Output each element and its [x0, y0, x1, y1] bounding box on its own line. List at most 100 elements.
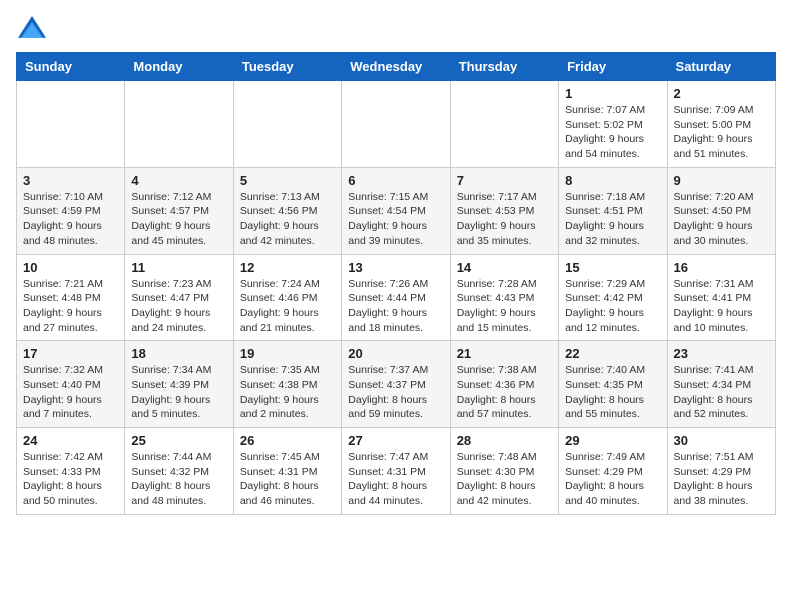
- cell-day-number: 10: [23, 260, 118, 275]
- week-row-5: 24Sunrise: 7:42 AM Sunset: 4:33 PM Dayli…: [17, 428, 776, 515]
- cell-day-number: 13: [348, 260, 443, 275]
- cell-day-number: 3: [23, 173, 118, 188]
- cell-info: Sunrise: 7:34 AM Sunset: 4:39 PM Dayligh…: [131, 363, 226, 422]
- calendar-cell: 27 Sunrise: 7:47 AM Sunset: 4:31 PM Dayli…: [342, 428, 450, 515]
- weekday-header-sunday: Sunday: [17, 53, 125, 81]
- cell-day-number: 11: [131, 260, 226, 275]
- cell-day-number: 26: [240, 433, 335, 448]
- weekday-header-tuesday: Tuesday: [233, 53, 341, 81]
- calendar-header: SundayMondayTuesdayWednesdayThursdayFrid…: [17, 53, 776, 81]
- cell-day-number: 1: [565, 86, 660, 101]
- calendar-cell: [17, 81, 125, 168]
- cell-day-number: 12: [240, 260, 335, 275]
- cell-day-number: 22: [565, 346, 660, 361]
- week-row-1: 1 Sunrise: 7:07 AM Sunset: 5:02 PM Daylig…: [17, 81, 776, 168]
- calendar-body: 1 Sunrise: 7:07 AM Sunset: 5:02 PM Daylig…: [17, 81, 776, 515]
- calendar-cell: 21 Sunrise: 7:38 AM Sunset: 4:36 PM Dayli…: [450, 341, 558, 428]
- cell-info: Sunrise: 7:44 AM Sunset: 4:32 PM Dayligh…: [131, 450, 226, 509]
- cell-day-number: 16: [674, 260, 769, 275]
- cell-day-number: 4: [131, 173, 226, 188]
- calendar-cell: 30Sunrise: 7:51 AM Sunset: 4:29 PM Dayli…: [667, 428, 775, 515]
- calendar-cell: 19 Sunrise: 7:35 AM Sunset: 4:38 PM Dayli…: [233, 341, 341, 428]
- cell-info: Sunrise: 7:17 AM Sunset: 4:53 PM Dayligh…: [457, 190, 552, 249]
- weekday-row: SundayMondayTuesdayWednesdayThursdayFrid…: [17, 53, 776, 81]
- weekday-header-monday: Monday: [125, 53, 233, 81]
- calendar-cell: 3 Sunrise: 7:10 AM Sunset: 4:59 PM Daylig…: [17, 167, 125, 254]
- cell-info: Sunrise: 7:47 AM Sunset: 4:31 PM Dayligh…: [348, 450, 443, 509]
- cell-info: Sunrise: 7:28 AM Sunset: 4:43 PM Dayligh…: [457, 277, 552, 336]
- cell-day-number: 5: [240, 173, 335, 188]
- calendar-cell: 14 Sunrise: 7:28 AM Sunset: 4:43 PM Dayli…: [450, 254, 558, 341]
- calendar-cell: 13 Sunrise: 7:26 AM Sunset: 4:44 PM Dayli…: [342, 254, 450, 341]
- calendar-cell: 6 Sunrise: 7:15 AM Sunset: 4:54 PM Daylig…: [342, 167, 450, 254]
- cell-info: Sunrise: 7:40 AM Sunset: 4:35 PM Dayligh…: [565, 363, 660, 422]
- cell-info: Sunrise: 7:13 AM Sunset: 4:56 PM Dayligh…: [240, 190, 335, 249]
- calendar-cell: 5 Sunrise: 7:13 AM Sunset: 4:56 PM Daylig…: [233, 167, 341, 254]
- weekday-header-thursday: Thursday: [450, 53, 558, 81]
- calendar-table: SundayMondayTuesdayWednesdayThursdayFrid…: [16, 52, 776, 515]
- cell-info: Sunrise: 7:24 AM Sunset: 4:46 PM Dayligh…: [240, 277, 335, 336]
- cell-info: Sunrise: 7:29 AM Sunset: 4:42 PM Dayligh…: [565, 277, 660, 336]
- cell-info: Sunrise: 7:07 AM Sunset: 5:02 PM Dayligh…: [565, 103, 660, 162]
- week-row-4: 17Sunrise: 7:32 AM Sunset: 4:40 PM Dayli…: [17, 341, 776, 428]
- cell-info: Sunrise: 7:18 AM Sunset: 4:51 PM Dayligh…: [565, 190, 660, 249]
- cell-day-number: 20: [348, 346, 443, 361]
- cell-day-number: 18: [131, 346, 226, 361]
- cell-info: Sunrise: 7:31 AM Sunset: 4:41 PM Dayligh…: [674, 277, 769, 336]
- cell-day-number: 28: [457, 433, 552, 448]
- cell-info: Sunrise: 7:26 AM Sunset: 4:44 PM Dayligh…: [348, 277, 443, 336]
- cell-info: Sunrise: 7:48 AM Sunset: 4:30 PM Dayligh…: [457, 450, 552, 509]
- weekday-header-saturday: Saturday: [667, 53, 775, 81]
- cell-day-number: 9: [674, 173, 769, 188]
- cell-day-number: 21: [457, 346, 552, 361]
- weekday-header-wednesday: Wednesday: [342, 53, 450, 81]
- calendar-cell: 17Sunrise: 7:32 AM Sunset: 4:40 PM Dayli…: [17, 341, 125, 428]
- calendar-cell: 20 Sunrise: 7:37 AM Sunset: 4:37 PM Dayli…: [342, 341, 450, 428]
- calendar-cell: 1 Sunrise: 7:07 AM Sunset: 5:02 PM Daylig…: [559, 81, 667, 168]
- cell-info: Sunrise: 7:10 AM Sunset: 4:59 PM Dayligh…: [23, 190, 118, 249]
- cell-day-number: 24: [23, 433, 118, 448]
- logo-icon: [16, 16, 48, 44]
- calendar-cell: 18 Sunrise: 7:34 AM Sunset: 4:39 PM Dayli…: [125, 341, 233, 428]
- calendar-cell: [233, 81, 341, 168]
- cell-day-number: 2: [674, 86, 769, 101]
- cell-day-number: 7: [457, 173, 552, 188]
- cell-info: Sunrise: 7:23 AM Sunset: 4:47 PM Dayligh…: [131, 277, 226, 336]
- calendar-cell: 8 Sunrise: 7:18 AM Sunset: 4:51 PM Daylig…: [559, 167, 667, 254]
- cell-info: Sunrise: 7:37 AM Sunset: 4:37 PM Dayligh…: [348, 363, 443, 422]
- cell-day-number: 15: [565, 260, 660, 275]
- calendar-cell: 24Sunrise: 7:42 AM Sunset: 4:33 PM Dayli…: [17, 428, 125, 515]
- calendar-cell: 15 Sunrise: 7:29 AM Sunset: 4:42 PM Dayli…: [559, 254, 667, 341]
- cell-info: Sunrise: 7:35 AM Sunset: 4:38 PM Dayligh…: [240, 363, 335, 422]
- calendar-cell: 10 Sunrise: 7:21 AM Sunset: 4:48 PM Dayli…: [17, 254, 125, 341]
- calendar-cell: 22 Sunrise: 7:40 AM Sunset: 4:35 PM Dayli…: [559, 341, 667, 428]
- cell-info: Sunrise: 7:45 AM Sunset: 4:31 PM Dayligh…: [240, 450, 335, 509]
- calendar-cell: 16 Sunrise: 7:31 AM Sunset: 4:41 PM Dayli…: [667, 254, 775, 341]
- cell-info: Sunrise: 7:15 AM Sunset: 4:54 PM Dayligh…: [348, 190, 443, 249]
- header: [16, 16, 776, 44]
- cell-day-number: 30: [674, 433, 769, 448]
- cell-day-number: 25: [131, 433, 226, 448]
- cell-info: Sunrise: 7:38 AM Sunset: 4:36 PM Dayligh…: [457, 363, 552, 422]
- calendar-cell: [342, 81, 450, 168]
- cell-day-number: 17: [23, 346, 118, 361]
- calendar-cell: 26 Sunrise: 7:45 AM Sunset: 4:31 PM Dayli…: [233, 428, 341, 515]
- cell-day-number: 8: [565, 173, 660, 188]
- calendar-cell: 12 Sunrise: 7:24 AM Sunset: 4:46 PM Dayli…: [233, 254, 341, 341]
- cell-info: Sunrise: 7:41 AM Sunset: 4:34 PM Dayligh…: [674, 363, 769, 422]
- week-row-2: 3 Sunrise: 7:10 AM Sunset: 4:59 PM Daylig…: [17, 167, 776, 254]
- calendar-cell: [125, 81, 233, 168]
- cell-day-number: 27: [348, 433, 443, 448]
- calendar-cell: 11 Sunrise: 7:23 AM Sunset: 4:47 PM Dayli…: [125, 254, 233, 341]
- cell-info: Sunrise: 7:09 AM Sunset: 5:00 PM Dayligh…: [674, 103, 769, 162]
- cell-info: Sunrise: 7:49 AM Sunset: 4:29 PM Dayligh…: [565, 450, 660, 509]
- cell-info: Sunrise: 7:21 AM Sunset: 4:48 PM Dayligh…: [23, 277, 118, 336]
- cell-day-number: 19: [240, 346, 335, 361]
- cell-day-number: 6: [348, 173, 443, 188]
- cell-day-number: 14: [457, 260, 552, 275]
- calendar-cell: 9Sunrise: 7:20 AM Sunset: 4:50 PM Daylig…: [667, 167, 775, 254]
- cell-day-number: 23: [674, 346, 769, 361]
- calendar-cell: 4Sunrise: 7:12 AM Sunset: 4:57 PM Daylig…: [125, 167, 233, 254]
- weekday-header-friday: Friday: [559, 53, 667, 81]
- week-row-3: 10 Sunrise: 7:21 AM Sunset: 4:48 PM Dayli…: [17, 254, 776, 341]
